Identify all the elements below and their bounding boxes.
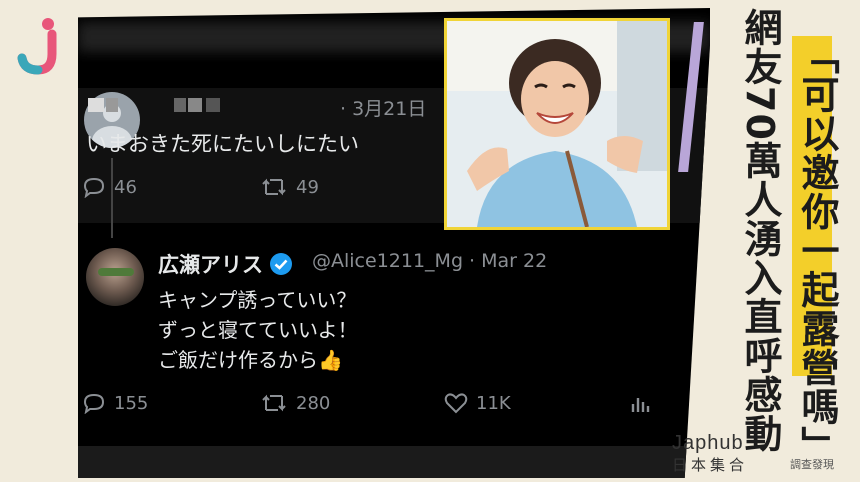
reply-icon [83,393,105,414]
tweet2-retweet-count: 280 [296,392,331,414]
tweet1-retweet-button[interactable]: 49 [260,176,319,198]
tweet2-line-3: ご飯だけ作るから👍 [158,348,343,372]
brand-name-jp: 日本集合 [672,456,749,474]
headline-quote: 「可以邀你一起露營嗎」 [795,36,839,465]
tweet2-author-name: 広瀬アリス [158,253,263,277]
blurred-strip [78,446,710,478]
reply-icon [83,177,105,198]
analytics-icon[interactable] [630,394,652,414]
tweet1-text: いまおきた死にたいしにたい [86,132,359,156]
brand-name-en: Japhub [672,432,744,454]
tweet1-reply-count: 46 [114,176,137,198]
japhub-logo [17,18,57,75]
tweet2-reply-count: 155 [114,392,149,414]
tweet2-retweet-button[interactable]: 280 [260,392,330,414]
brand-subtitle: 調查發現 [790,458,834,471]
heart-icon [444,393,468,414]
tweet2-author[interactable]: 広瀬アリス [158,249,293,279]
tweet2-like-count: 11K [476,392,511,414]
tweet2-handle: @Alice1211_Mg · Mar 22 [312,250,548,272]
verified-badge-icon [270,253,292,275]
headline-main: 網友70萬人湧入直呼感動 [738,8,782,453]
user-avatar [86,248,144,306]
thumbnail: · 3月21日 いまおきた死にたいしにたい 46 49 広瀬アリス @Alice… [0,0,860,482]
tweet2-reply-button[interactable]: 155 [82,392,148,414]
tweet1-date: · 3月21日 [340,98,427,120]
tweet2-like-button[interactable]: 11K [444,392,511,414]
photo-illustration [447,21,667,227]
tweet2-line-1: キャンプ誘っていい？ [158,288,357,312]
actress-photo [444,18,670,230]
tweet1-retweet-count: 49 [296,176,319,198]
tweet2-line-2: ずっと寝てていいよ！ [158,318,358,342]
thread-line [111,158,113,238]
retweet-icon [262,178,286,196]
retweet-icon [262,394,286,412]
tweet1-reply-button[interactable]: 46 [82,176,137,198]
